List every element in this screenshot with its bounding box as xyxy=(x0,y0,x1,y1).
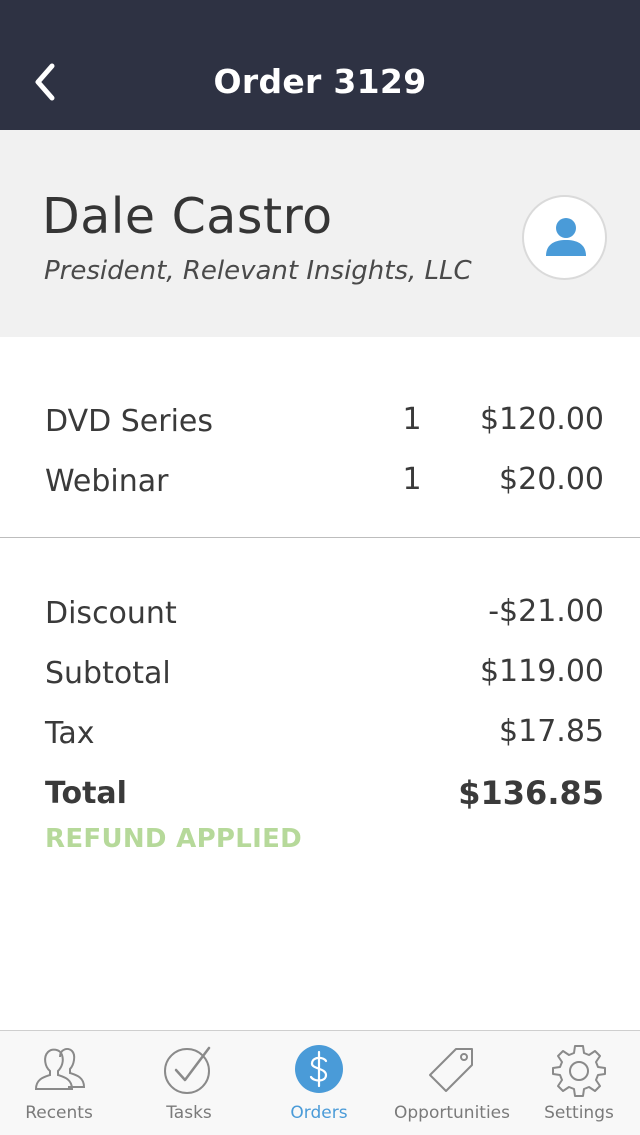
page-title: Order 3129 xyxy=(213,62,427,101)
subtotal-label: Subtotal xyxy=(45,656,171,691)
item-price: $120.00 xyxy=(479,402,604,437)
total-value: $136.85 xyxy=(458,774,604,812)
tab-orders[interactable]: Orders xyxy=(260,1031,378,1135)
discount-value: -$21.00 xyxy=(488,594,604,629)
subtotal-row: Subtotal $119.00 xyxy=(0,646,640,696)
tab-label: Opportunities xyxy=(394,1103,510,1123)
item-label: DVD Series xyxy=(45,404,213,439)
tag-icon xyxy=(429,1048,473,1092)
customer-name: Dale Castro xyxy=(42,188,333,245)
tab-label: Tasks xyxy=(166,1103,212,1123)
tax-value: $17.85 xyxy=(499,714,604,749)
total-row: Total $136.85 xyxy=(0,766,640,816)
item-qty: 1 xyxy=(402,402,422,437)
gear-icon xyxy=(552,1045,606,1097)
tab-opportunities[interactable]: Opportunities xyxy=(390,1031,514,1135)
tab-tasks[interactable]: Tasks xyxy=(130,1031,248,1135)
tab-recents[interactable]: Recents xyxy=(0,1031,118,1135)
item-price: $20.00 xyxy=(499,462,604,497)
people-icon xyxy=(34,1048,86,1090)
person-icon xyxy=(546,218,586,256)
dollar-circle-icon xyxy=(295,1045,343,1093)
tab-label: Recents xyxy=(25,1103,93,1123)
discount-label: Discount xyxy=(45,596,177,631)
customer-role: President, Relevant Insights, LLC xyxy=(44,256,472,286)
line-item[interactable]: Webinar 1 $20.00 xyxy=(0,454,640,504)
checkmark-circle-icon xyxy=(164,1046,211,1094)
item-label: Webinar xyxy=(45,464,169,499)
item-qty: 1 xyxy=(402,462,422,497)
tab-bar: Recents Tasks Orders Opportunities Setti… xyxy=(0,1030,640,1135)
line-item[interactable]: DVD Series 1 $120.00 xyxy=(0,394,640,444)
avatar-button[interactable] xyxy=(522,195,607,280)
refund-status-badge: REFUND APPLIED xyxy=(45,824,303,854)
subtotal-value: $119.00 xyxy=(479,654,604,689)
tab-label: Orders xyxy=(290,1103,348,1123)
divider xyxy=(0,537,640,538)
line-items: DVD Series 1 $120.00 Webinar 1 $20.00 xyxy=(0,337,640,537)
navbar: Order 3129 xyxy=(0,0,640,130)
tax-row: Tax $17.85 xyxy=(0,706,640,756)
tax-label: Tax xyxy=(45,716,95,751)
discount-row: Discount -$21.00 xyxy=(0,586,640,636)
total-label: Total xyxy=(45,776,127,811)
tab-label: Settings xyxy=(544,1103,614,1123)
tab-settings[interactable]: Settings xyxy=(520,1031,638,1135)
customer-header: Dale Castro President, Relevant Insights… xyxy=(0,130,640,337)
